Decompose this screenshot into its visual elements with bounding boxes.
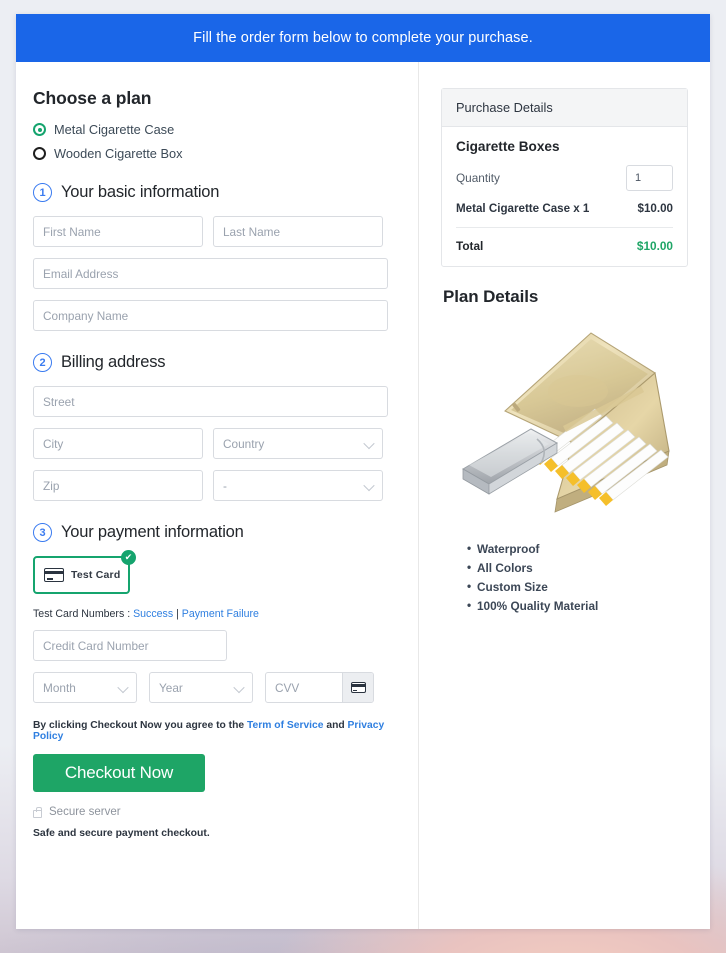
step-title: Your payment information: [61, 523, 244, 541]
radio-unselected-icon[interactable]: [33, 147, 46, 160]
feature-item: Custom Size: [467, 579, 688, 594]
zip-input[interactable]: Zip: [33, 470, 203, 501]
step-number-badge: 2: [33, 353, 52, 372]
plan-option-metal-cigarette-case[interactable]: Metal Cigarette Case: [33, 122, 388, 137]
chevron-down-icon: [363, 437, 375, 449]
email-field-row: Email Address: [33, 258, 388, 289]
choose-plan-heading: Choose a plan: [33, 88, 152, 108]
checkout-card: Fill the order form below to complete yo…: [16, 14, 710, 929]
last-name-input[interactable]: Last Name: [213, 216, 383, 247]
radio-selected-icon[interactable]: [33, 123, 46, 136]
cvv-input[interactable]: CVV: [266, 673, 342, 702]
country-select-value: Country: [223, 436, 265, 451]
line-item-label: Metal Cigarette Case x 1: [456, 202, 590, 215]
line-item-row: Metal Cigarette Case x 1 $10.00: [456, 202, 673, 228]
company-name-input[interactable]: Company Name: [33, 300, 388, 331]
cvv-field-group[interactable]: CVV: [265, 672, 374, 703]
banner-text: Fill the order form below to complete yo…: [193, 30, 533, 46]
street-input[interactable]: Street: [33, 386, 388, 417]
feature-item: Waterproof: [467, 541, 688, 556]
purchase-details-header: Purchase Details: [442, 89, 687, 127]
expiry-month-select[interactable]: Month: [33, 672, 137, 703]
quantity-input[interactable]: 1: [626, 165, 673, 191]
quantity-label: Quantity: [456, 171, 500, 185]
test-card-failure-link[interactable]: Payment Failure: [182, 608, 259, 620]
safe-checkout-label: Safe and secure payment checkout.: [33, 828, 210, 839]
feature-item: 100% Quality Material: [467, 598, 688, 613]
payment-method-test-card[interactable]: Test Card ✔: [33, 550, 136, 594]
order-form-column: Choose a plan Metal Cigarette Case Woode…: [16, 62, 419, 929]
plan-features-list: Waterproof All Colors Custom Size 100% Q…: [467, 541, 688, 613]
terms-of-service-link[interactable]: Term of Service: [247, 720, 324, 731]
checkout-now-button[interactable]: Checkout Now: [33, 754, 205, 792]
expiry-month-value: Month: [43, 680, 76, 695]
payment-method-label: Test Card: [71, 569, 121, 581]
state-select-value: -: [223, 478, 227, 493]
summary-column: Purchase Details Cigarette Boxes Quantit…: [419, 62, 710, 929]
feature-item: All Colors: [467, 560, 688, 575]
lock-icon: [33, 806, 42, 818]
plan-option-label: Wooden Cigarette Box: [54, 146, 183, 161]
chevron-down-icon: [233, 681, 245, 693]
quantity-row: Quantity 1: [456, 165, 673, 191]
name-field-row: First Name Last Name: [33, 216, 388, 247]
page-banner: Fill the order form below to complete yo…: [16, 14, 710, 62]
step-number-badge: 3: [33, 523, 52, 542]
step-title: Billing address: [61, 353, 166, 371]
total-row: Total $10.00: [456, 228, 673, 253]
zip-state-row: Zip -: [33, 470, 388, 501]
step-heading-payment-information: 3 Your payment information: [33, 523, 388, 542]
terms-agreement-text: By clicking Checkout Now you agree to th…: [33, 720, 388, 742]
expiry-year-select[interactable]: Year: [149, 672, 253, 703]
chevron-down-icon: [363, 479, 375, 491]
line-item-price: $10.00: [637, 202, 673, 215]
test-card-success-link[interactable]: Success: [133, 608, 173, 620]
terms-middle: and: [323, 720, 348, 731]
step-heading-basic-information: 1 Your basic information: [33, 183, 388, 202]
purchase-details-body: Cigarette Boxes Quantity 1 Metal Cigaret…: [442, 127, 687, 266]
first-name-input[interactable]: First Name: [33, 216, 203, 247]
step-title: Your basic information: [61, 183, 220, 201]
step-number-badge: 1: [33, 183, 52, 202]
check-circle-icon: ✔: [121, 550, 136, 565]
product-title: Cigarette Boxes: [456, 139, 560, 154]
expiry-cvv-row: Month Year CVV: [33, 672, 388, 703]
test-card-numbers-label: Test Card Numbers :: [33, 608, 134, 620]
plan-option-wooden-cigarette-box[interactable]: Wooden Cigarette Box: [33, 146, 388, 161]
plan-option-label: Metal Cigarette Case: [54, 122, 175, 137]
credit-card-number-row: Credit Card Number: [33, 630, 388, 661]
chevron-down-icon: [117, 681, 129, 693]
total-label: Total: [456, 239, 484, 253]
metal-cigarette-case-photo: [445, 313, 685, 528]
product-illustration: [461, 332, 670, 513]
cvv-hint-button[interactable]: [342, 673, 373, 702]
step-heading-billing-address: 2 Billing address: [33, 353, 388, 372]
purchase-details-panel: Purchase Details Cigarette Boxes Quantit…: [441, 88, 688, 267]
checkout-body: Choose a plan Metal Cigarette Case Woode…: [16, 62, 710, 929]
city-country-row: City Country: [33, 428, 388, 459]
terms-prefix: By clicking Checkout Now you agree to th…: [33, 720, 247, 731]
credit-card-icon: [44, 568, 64, 582]
plan-details-heading: Plan Details: [443, 287, 539, 306]
credit-card-icon: [350, 682, 366, 693]
credit-card-number-input[interactable]: Credit Card Number: [33, 630, 227, 661]
city-input[interactable]: City: [33, 428, 203, 459]
company-field-row: Company Name: [33, 300, 388, 331]
country-select[interactable]: Country: [213, 428, 383, 459]
total-price: $10.00: [636, 239, 673, 253]
email-input[interactable]: Email Address: [33, 258, 388, 289]
test-card-numbers-row: Test Card Numbers : Success | Payment Fa…: [33, 608, 388, 620]
street-field-row: Street: [33, 386, 388, 417]
secure-server-row: Secure server: [33, 806, 388, 818]
secure-server-label: Secure server: [49, 806, 121, 818]
expiry-year-value: Year: [159, 680, 183, 695]
link-separator: |: [173, 608, 182, 620]
state-select[interactable]: -: [213, 470, 383, 501]
